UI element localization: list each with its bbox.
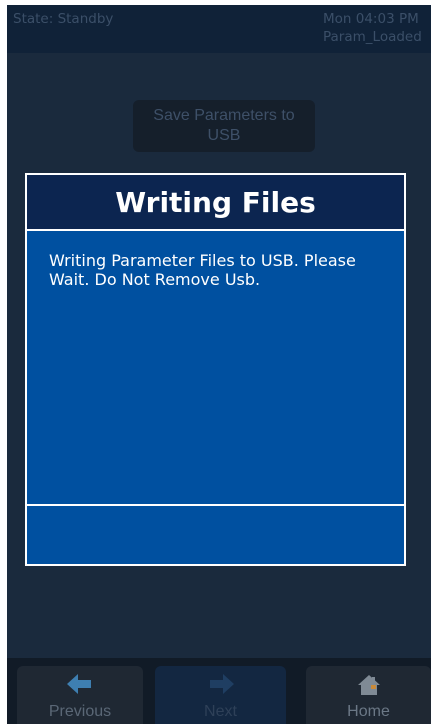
writing-files-dialog: Writing Files Writing Parameter Files to… xyxy=(25,173,406,566)
next-label: Next xyxy=(204,703,237,720)
dialog-message: Writing Parameter Files to USB. Please W… xyxy=(49,251,356,289)
arrow-right-icon xyxy=(209,674,234,694)
dialog-title: Writing Files xyxy=(27,175,404,231)
previous-button[interactable]: Previous xyxy=(17,666,143,724)
clock: Mon 04:03 PM xyxy=(323,11,419,27)
bottom-nav-bar: Previous Next Home xyxy=(7,658,431,724)
dialog-footer xyxy=(27,504,404,564)
house-icon xyxy=(357,675,380,695)
home-button[interactable]: Home xyxy=(306,666,431,724)
next-button[interactable]: Next xyxy=(155,666,286,724)
save-parameters-button[interactable]: Save Parameters to USB xyxy=(133,100,315,152)
previous-label: Previous xyxy=(48,703,112,720)
machine-state: State: Standby xyxy=(13,11,114,27)
home-label: Home xyxy=(347,703,390,720)
device-screen: State: Standby Mon 04:03 PM Param_Loaded… xyxy=(7,5,431,724)
status-bar: State: Standby Mon 04:03 PM Param_Loaded xyxy=(7,5,431,53)
arrow-left-icon xyxy=(67,674,91,694)
save-button-label-line2: USB xyxy=(207,127,241,144)
param-status: Param_Loaded xyxy=(323,29,422,45)
save-button-label-line1: Save Parameters to xyxy=(153,107,295,124)
